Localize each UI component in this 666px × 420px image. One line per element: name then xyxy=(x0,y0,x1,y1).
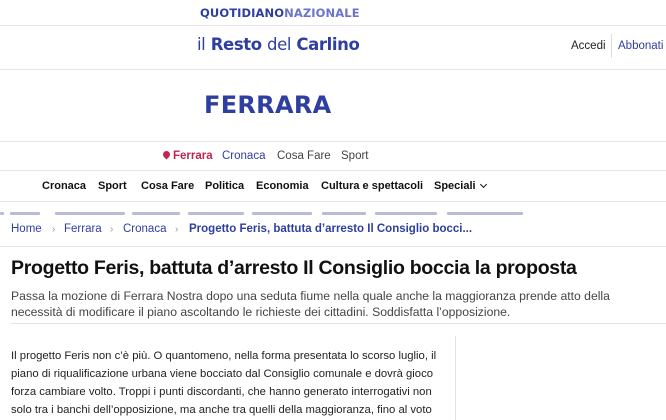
local-nav-cosa-fare[interactable]: Cosa Fare xyxy=(277,150,331,162)
brand-logo[interactable]: il Resto del Carlino xyxy=(197,35,360,54)
city-header: FERRARA xyxy=(0,70,666,142)
masthead: il Resto del Carlino Accedi Abbonati xyxy=(0,26,666,70)
divider xyxy=(11,323,666,324)
city-title[interactable]: FERRARA xyxy=(204,91,331,119)
brand-del: del xyxy=(267,35,292,54)
network-logo-part1: QUOTIDIANO xyxy=(200,6,285,20)
location-pin-icon xyxy=(161,149,172,160)
main-nav-economia[interactable]: Economia xyxy=(256,180,309,192)
breadcrumb-separator: › xyxy=(110,224,114,235)
brand-resto: Resto xyxy=(210,35,262,54)
brand-il: il xyxy=(197,35,206,54)
subscribe-link[interactable]: Abbonati xyxy=(618,40,663,52)
breadcrumb-ferrara[interactable]: Ferrara xyxy=(64,223,102,235)
main-nav-cosa-fare[interactable]: Cosa Fare xyxy=(141,180,194,192)
breadcrumb-current: Progetto Feris, battuta d’arresto Il Con… xyxy=(189,223,473,235)
breadcrumb-cronaca[interactable]: Cronaca xyxy=(123,223,166,235)
main-nav-cultura[interactable]: Cultura e spettacoli xyxy=(321,180,423,192)
local-nav-ferrara[interactable]: Ferrara xyxy=(161,149,213,162)
main-nav-sport[interactable]: Sport xyxy=(98,180,127,192)
article-title: Progetto Feris, battuta d’arresto Il Con… xyxy=(11,257,577,279)
breadcrumb-separator: › xyxy=(175,224,179,235)
brand-carlino: Carlino xyxy=(296,35,360,54)
network-logo-part2: NAZIONALE xyxy=(284,6,360,20)
account-divider xyxy=(611,34,612,58)
login-link[interactable]: Accedi xyxy=(571,40,606,52)
main-nav-speciali[interactable]: Speciali xyxy=(434,180,487,192)
local-nav: Ferrara Cronaca Cosa Fare Sport xyxy=(0,143,666,171)
network-bar: QUOTIDIANONAZIONALE xyxy=(0,0,666,26)
chevron-down-icon xyxy=(479,180,487,189)
main-nav-politica[interactable]: Politica xyxy=(205,180,244,192)
column-divider xyxy=(455,336,456,420)
local-nav-sport[interactable]: Sport xyxy=(341,150,369,162)
local-nav-cronaca[interactable]: Cronaca xyxy=(222,150,265,162)
main-nav: Cronaca Sport Cosa Fare Politica Economi… xyxy=(0,172,666,202)
article-body: Il progetto Feris non c’è più. O quantom… xyxy=(11,350,437,416)
breadcrumb-separator: › xyxy=(52,224,56,235)
breadcrumb-home[interactable]: Home xyxy=(11,223,42,235)
local-nav-ferrara-label: Ferrara xyxy=(173,150,213,162)
article-subtitle: Passa la mozione di Ferrara Nostra dopo … xyxy=(11,289,610,319)
main-nav-cronaca[interactable]: Cronaca xyxy=(42,180,86,192)
network-logo[interactable]: QUOTIDIANONAZIONALE xyxy=(200,6,360,20)
main-nav-speciali-label: Speciali xyxy=(434,180,476,192)
breadcrumb: Home › Ferrara › Cronaca › Progetto Feri… xyxy=(0,215,666,247)
